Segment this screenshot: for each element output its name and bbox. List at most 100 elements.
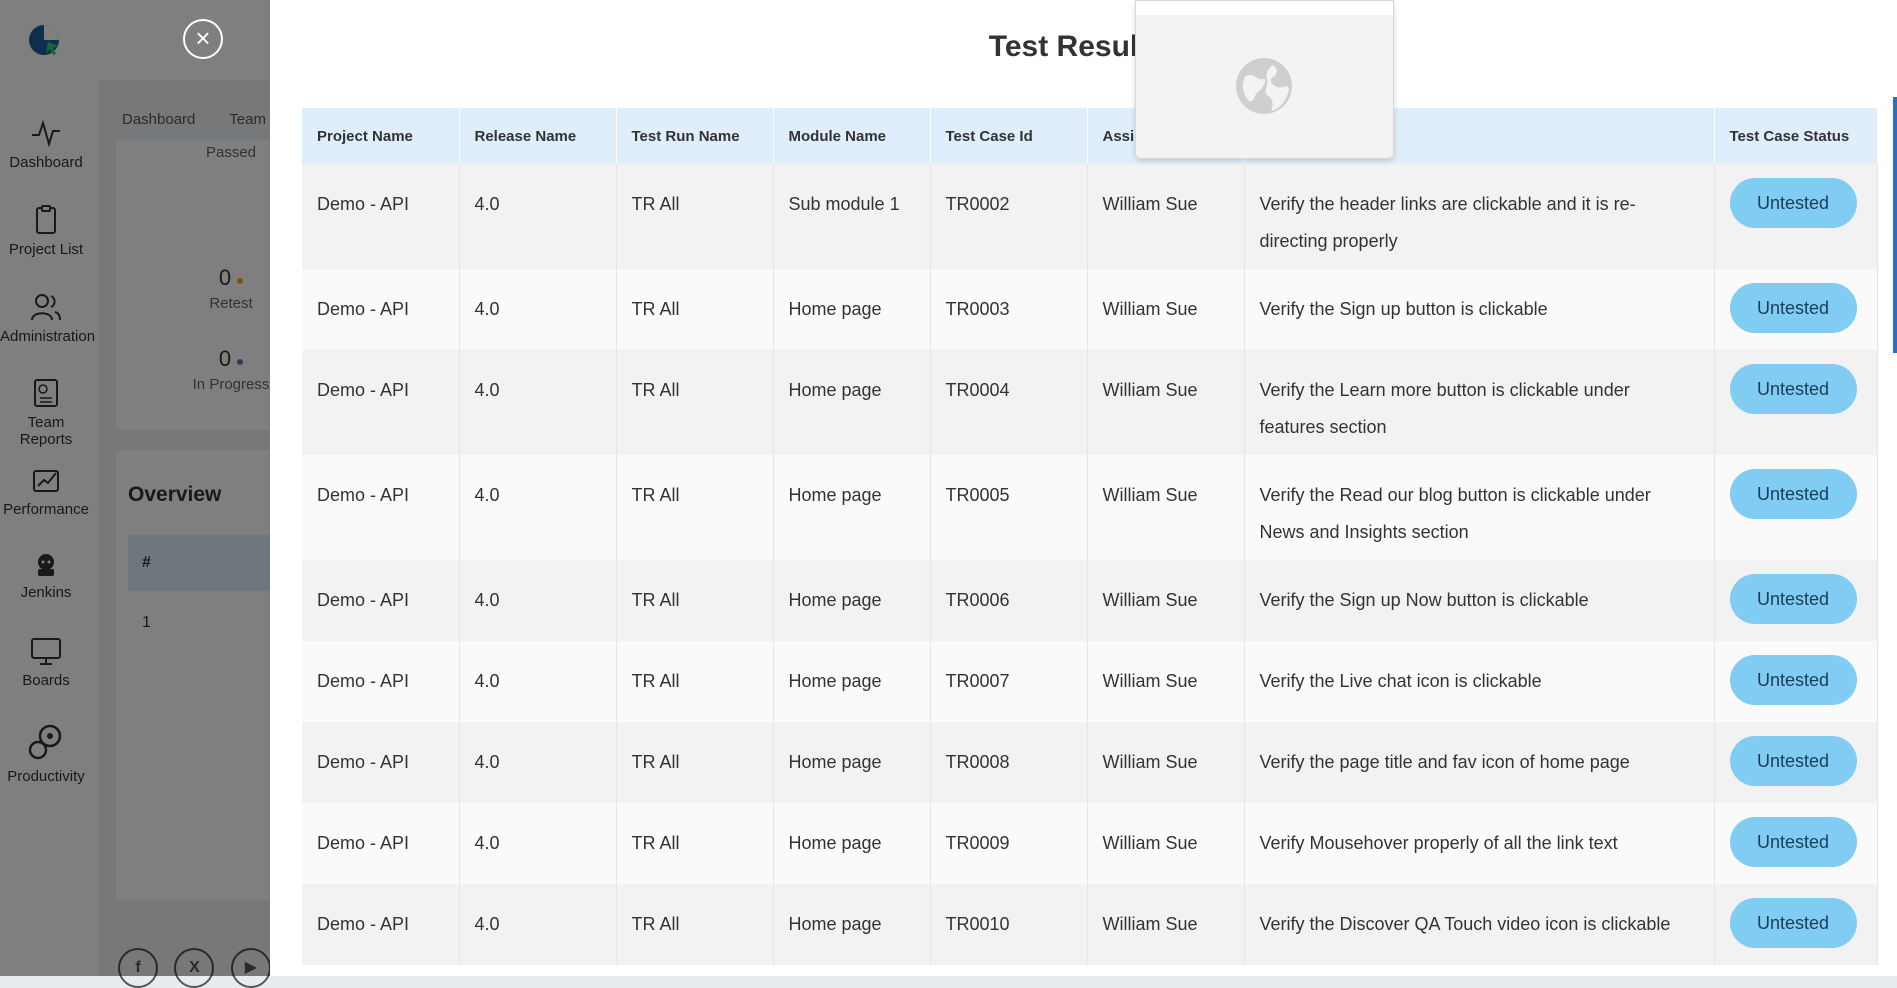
cell-release-name: 4.0 bbox=[459, 641, 617, 722]
cell-title: Verify the page title and fav icon of ho… bbox=[1244, 722, 1715, 803]
cell-module-name: Home page bbox=[773, 641, 931, 722]
cell-test-case-id-text: TR0003 bbox=[945, 299, 1010, 319]
cell-title-text: Verify the header links are clickable an… bbox=[1259, 194, 1636, 251]
cell-release-name: 4.0 bbox=[459, 269, 617, 350]
cell-release-name: 4.0 bbox=[459, 884, 617, 965]
cell-module-name-text: Home page bbox=[788, 671, 882, 691]
table-row[interactable]: Demo - API 4.0 TR All Home page TR0008 Willia… bbox=[302, 722, 1878, 803]
table-row[interactable]: Demo - API 4.0 TR All Home page TR0004 Willia… bbox=[302, 350, 1878, 455]
status-badge[interactable]: Untested bbox=[1729, 817, 1857, 867]
cell-status: Untested bbox=[1714, 884, 1878, 965]
cell-test-run-name-text: TR All bbox=[631, 590, 680, 610]
cell-status: Untested bbox=[1714, 350, 1878, 455]
table-row[interactable]: Demo - API 4.0 TR All Home page TR0003 Willia… bbox=[302, 269, 1878, 350]
column-header-test-run-name[interactable]: Test Run Name bbox=[616, 108, 774, 164]
column-header-status[interactable]: Test Case Status bbox=[1714, 108, 1878, 164]
cell-title: Verify the header links are clickable an… bbox=[1244, 164, 1715, 269]
status-badge[interactable]: Untested bbox=[1729, 364, 1857, 414]
cell-project-name-text: Demo - API bbox=[317, 380, 410, 400]
image-preview-popup bbox=[1135, 0, 1394, 159]
status-badge[interactable]: Untested bbox=[1729, 469, 1857, 519]
cell-title: Verify Mousehover properly of all the li… bbox=[1244, 803, 1715, 884]
cell-test-run-name-text: TR All bbox=[631, 833, 680, 853]
cell-project-name-text: Demo - API bbox=[317, 752, 410, 772]
status-badge[interactable]: Untested bbox=[1729, 736, 1857, 786]
column-header-test-case-id[interactable]: Test Case Id bbox=[930, 108, 1088, 164]
cell-title-text: Verify Mousehover properly of all the li… bbox=[1259, 833, 1618, 853]
cell-title: Verify the Sign up button is clickable bbox=[1244, 269, 1715, 350]
cell-assignee: William Sue bbox=[1087, 641, 1245, 722]
scrollbar[interactable] bbox=[1893, 97, 1897, 353]
cell-project-name-text: Demo - API bbox=[317, 590, 410, 610]
column-header-module-name[interactable]: Module Name bbox=[773, 108, 931, 164]
table-row[interactable]: Demo - API 4.0 TR All Home page TR0006 Willia… bbox=[302, 560, 1878, 641]
cell-assignee-text: William Sue bbox=[1102, 833, 1198, 853]
table-row[interactable]: Demo - API 4.0 TR All Sub module 1 TR0002 Wil… bbox=[302, 164, 1878, 269]
cell-release-name-text: 4.0 bbox=[474, 914, 500, 934]
cell-module-name: Home page bbox=[773, 560, 931, 641]
cell-release-name: 4.0 bbox=[459, 455, 617, 560]
table-row[interactable]: Demo - API 4.0 TR All Home page TR0009 Willia… bbox=[302, 803, 1878, 884]
cell-status: Untested bbox=[1714, 560, 1878, 641]
cell-status: Untested bbox=[1714, 164, 1878, 269]
cell-release-name-text: 4.0 bbox=[474, 380, 500, 400]
cell-assignee-text: William Sue bbox=[1102, 590, 1198, 610]
cell-release-name-text: 4.0 bbox=[474, 590, 500, 610]
cell-assignee: William Sue bbox=[1087, 884, 1245, 965]
cell-assignee: William Sue bbox=[1087, 269, 1245, 350]
cell-module-name: Home page bbox=[773, 884, 931, 965]
status-badge[interactable]: Untested bbox=[1729, 574, 1857, 624]
cell-test-run-name-text: TR All bbox=[631, 752, 680, 772]
cell-project-name-text: Demo - API bbox=[317, 914, 410, 934]
column-header-release-name[interactable]: Release Name bbox=[459, 108, 617, 164]
cell-title: Verify the Discover QA Touch video icon … bbox=[1244, 884, 1715, 965]
cell-release-name-text: 4.0 bbox=[474, 299, 500, 319]
table-row[interactable]: Demo - API 4.0 TR All Home page TR0010 Willia… bbox=[302, 884, 1878, 965]
cell-title-text: Verify the page title and fav icon of ho… bbox=[1259, 752, 1630, 772]
cell-title: Verify the Sign up Now button is clickab… bbox=[1244, 560, 1715, 641]
table-row[interactable]: Demo - API 4.0 TR All Home page TR0007 Willia… bbox=[302, 641, 1878, 722]
cell-test-run-name: TR All bbox=[616, 164, 774, 269]
table-row[interactable]: Demo - API 4.0 TR All Home page TR0005 Willia… bbox=[302, 455, 1878, 560]
cell-title: Verify the Live chat icon is clickable bbox=[1244, 641, 1715, 722]
cell-release-name: 4.0 bbox=[459, 803, 617, 884]
cell-module-name: Sub module 1 bbox=[773, 164, 931, 269]
cell-title: Verify the Learn more button is clickabl… bbox=[1244, 350, 1715, 455]
cell-status: Untested bbox=[1714, 722, 1878, 803]
cell-test-case-id-text: TR0004 bbox=[945, 380, 1010, 400]
column-header-project-name[interactable]: Project Name bbox=[302, 108, 460, 164]
cell-test-case-id-text: TR0007 bbox=[945, 671, 1010, 691]
cell-module-name-text: Home page bbox=[788, 914, 882, 934]
cell-test-case-id: TR0007 bbox=[930, 641, 1088, 722]
cell-title-text: Verify the Sign up Now button is clickab… bbox=[1259, 590, 1589, 610]
modal-title: Test Result D bbox=[988, 30, 1179, 63]
cell-test-case-id: TR0010 bbox=[930, 884, 1088, 965]
cell-title-text: Verify the Read our blog button is click… bbox=[1259, 485, 1651, 542]
close-button[interactable]: × bbox=[183, 19, 223, 59]
cell-assignee-text: William Sue bbox=[1102, 914, 1198, 934]
table-header-row: Project Name Release Name Test Run Name … bbox=[302, 108, 1878, 164]
test-result-modal: Test Result D Project Name Release Name … bbox=[270, 0, 1897, 976]
cell-test-case-id-text: TR0006 bbox=[945, 590, 1010, 610]
status-badge[interactable]: Untested bbox=[1729, 655, 1857, 705]
cell-test-case-id: TR0009 bbox=[930, 803, 1088, 884]
cell-test-case-id: TR0008 bbox=[930, 722, 1088, 803]
cell-module-name-text: Home page bbox=[788, 833, 882, 853]
cell-project-name: Demo - API bbox=[302, 164, 460, 269]
cell-assignee: William Sue bbox=[1087, 455, 1245, 560]
cell-test-run-name: TR All bbox=[616, 884, 774, 965]
cell-project-name-text: Demo - API bbox=[317, 833, 410, 853]
cell-project-name-text: Demo - API bbox=[317, 485, 410, 505]
cell-status: Untested bbox=[1714, 641, 1878, 722]
cell-status: Untested bbox=[1714, 455, 1878, 560]
test-result-table: Project Name Release Name Test Run Name … bbox=[302, 108, 1878, 965]
cell-assignee-text: William Sue bbox=[1102, 752, 1198, 772]
cell-test-case-id-text: TR0009 bbox=[945, 833, 1010, 853]
cell-test-run-name: TR All bbox=[616, 269, 774, 350]
status-badge[interactable]: Untested bbox=[1729, 283, 1857, 333]
cell-status: Untested bbox=[1714, 269, 1878, 350]
cell-test-run-name: TR All bbox=[616, 455, 774, 560]
status-badge[interactable]: Untested bbox=[1729, 178, 1857, 228]
status-badge[interactable]: Untested bbox=[1729, 898, 1857, 948]
cell-test-run-name-text: TR All bbox=[631, 380, 680, 400]
